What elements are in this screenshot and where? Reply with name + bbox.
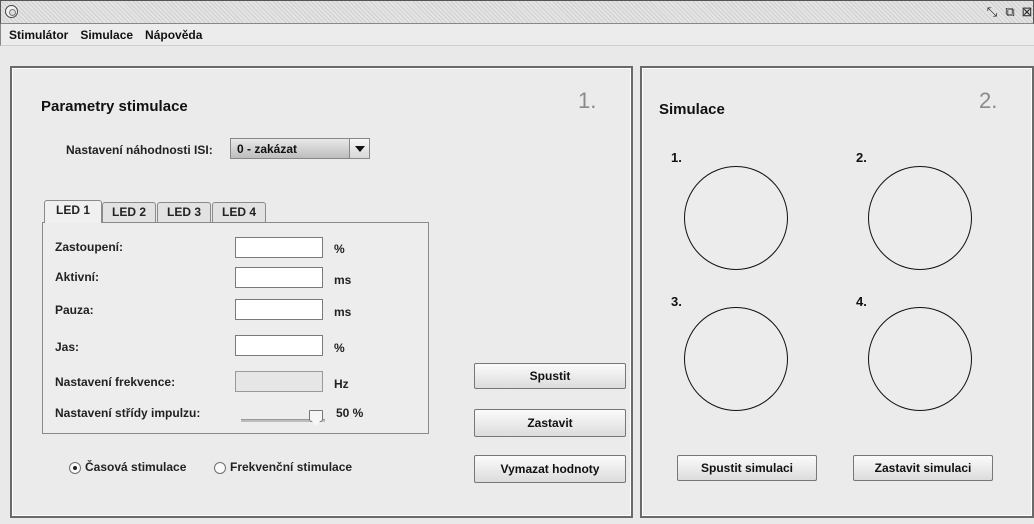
minimize-icon[interactable]: ⤡ bbox=[985, 4, 999, 20]
led-circle-2 bbox=[868, 166, 972, 270]
zastoupeni-label: Zastoupení: bbox=[55, 240, 123, 254]
led-circle-3 bbox=[684, 307, 788, 411]
strida-slider-thumb[interactable] bbox=[309, 410, 323, 426]
close-icon[interactable]: ⊠ bbox=[1020, 4, 1034, 20]
isi-randomness-select[interactable]: 0 - zakázat bbox=[230, 138, 370, 159]
frekvencni-stimulace-radio[interactable] bbox=[214, 462, 226, 474]
tab-led-1[interactable]: LED 1 bbox=[44, 200, 102, 223]
app-icon bbox=[5, 5, 18, 18]
casova-stimulace-label[interactable]: Časová stimulace bbox=[85, 460, 186, 474]
panel-title-parametry: Parametry stimulace bbox=[41, 98, 188, 115]
zastavit-button[interactable]: Zastavit bbox=[474, 409, 626, 437]
circle-2-label: 2. bbox=[856, 150, 867, 165]
frekvencni-stimulace-label[interactable]: Frekvenční stimulace bbox=[230, 460, 352, 474]
pauza-input[interactable] bbox=[235, 299, 323, 320]
tab-led-3-label: LED bbox=[166, 205, 195, 219]
menu-simulace[interactable]: Simulace bbox=[78, 28, 135, 42]
simulation-panel bbox=[640, 66, 1034, 518]
strida-value: 50 % bbox=[336, 406, 364, 420]
zastoupeni-input[interactable] bbox=[235, 237, 323, 258]
isi-dropdown-button[interactable] bbox=[349, 139, 369, 158]
spustit-button[interactable]: Spustit bbox=[474, 363, 626, 389]
tab-led-4-num: 4 bbox=[249, 205, 257, 219]
panel-number-2: 2. bbox=[979, 88, 998, 113]
jas-input[interactable] bbox=[235, 335, 323, 356]
aktivni-label: Aktivní: bbox=[55, 270, 100, 284]
frekvence-unit: Hz bbox=[334, 377, 349, 391]
maximize-icon[interactable]: ⧉ bbox=[1003, 4, 1017, 20]
menu-napoveda[interactable]: Nápověda bbox=[143, 28, 204, 42]
led-circle-4 bbox=[868, 307, 972, 411]
pauza-unit: ms bbox=[334, 305, 352, 319]
frekvence-input bbox=[235, 371, 323, 392]
panel-number-1: 1. bbox=[578, 88, 597, 113]
isi-selected-value: 0 - zakázat bbox=[237, 142, 298, 156]
tab-led-1-label: LED bbox=[55, 203, 84, 217]
jas-unit: % bbox=[334, 341, 345, 355]
tab-led-2-num: 2 bbox=[139, 205, 147, 219]
tab-led-1-num: 1 bbox=[83, 203, 91, 217]
menu-stimulator[interactable]: Stimulátor bbox=[7, 28, 70, 42]
frekvence-label: Nastavení frekvence: bbox=[55, 375, 176, 389]
chevron-down-icon bbox=[355, 146, 365, 152]
tab-led-3[interactable]: LED 3 bbox=[157, 202, 211, 222]
pauza-label: Pauza: bbox=[55, 303, 94, 317]
led-circle-1 bbox=[684, 166, 788, 270]
panel-title-simulace: Simulace bbox=[659, 101, 725, 118]
zastavit-simulaci-button[interactable]: Zastavit simulaci bbox=[853, 455, 993, 481]
aktivni-input[interactable] bbox=[235, 267, 323, 288]
aktivni-unit: ms bbox=[334, 273, 352, 287]
menu-bar: Stimulátor Simulace Nápověda bbox=[0, 24, 1034, 46]
title-bar: ⤡ ⧉ ⊠ bbox=[0, 0, 1034, 24]
vymazat-hodnoty-button[interactable]: Vymazat hodnoty bbox=[474, 455, 626, 483]
tab-led-4-label: LED bbox=[221, 205, 250, 219]
tab-led-2[interactable]: LED 2 bbox=[102, 202, 156, 222]
spustit-simulaci-button[interactable]: Spustit simulaci bbox=[677, 455, 817, 481]
casova-stimulace-radio[interactable] bbox=[69, 462, 81, 474]
tab-led-2-label: LED bbox=[111, 205, 140, 219]
strida-label: Nastavení střídy impulzu: bbox=[55, 406, 201, 420]
zastoupeni-unit: % bbox=[334, 242, 345, 256]
tab-led-3-num: 3 bbox=[194, 205, 202, 219]
circle-4-label: 4. bbox=[856, 294, 867, 309]
jas-label: Jas: bbox=[55, 340, 80, 354]
circle-3-label: 3. bbox=[671, 294, 682, 309]
circle-1-label: 1. bbox=[671, 150, 682, 165]
isi-label: Nastavení náhodnosti ISI: bbox=[66, 143, 213, 157]
tab-led-4[interactable]: LED 4 bbox=[212, 202, 266, 222]
